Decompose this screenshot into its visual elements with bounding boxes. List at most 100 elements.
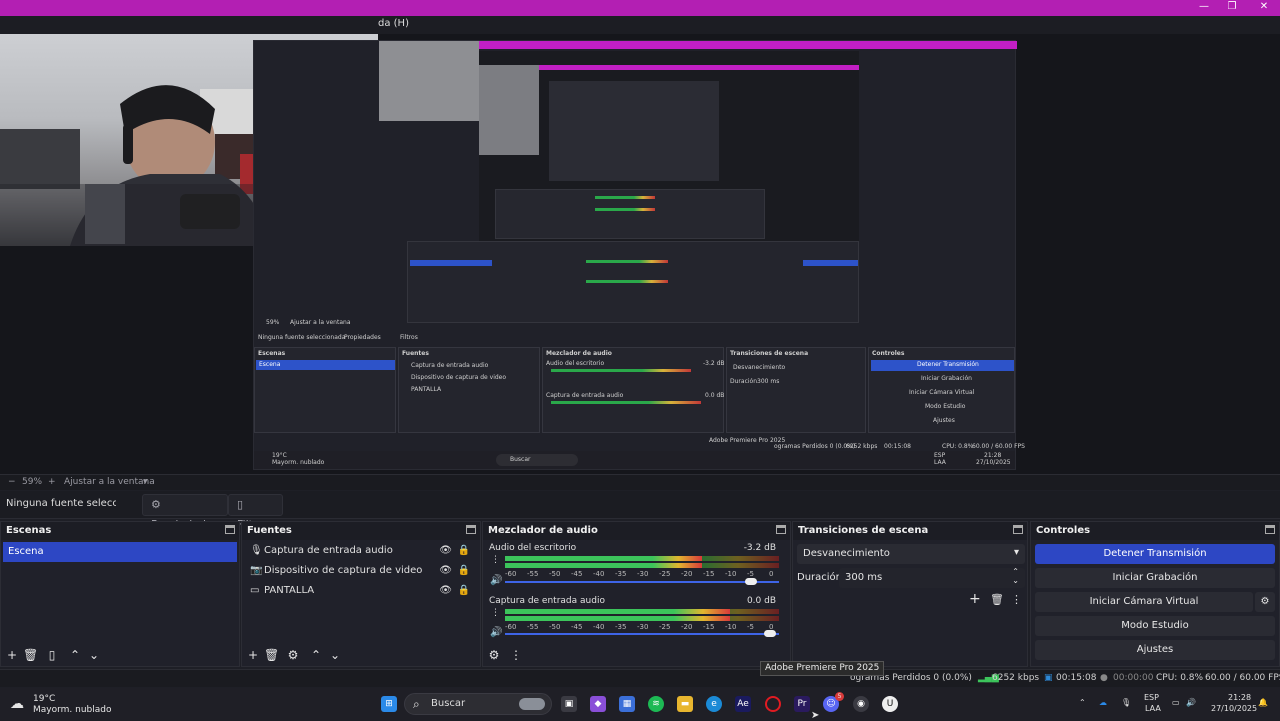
lock-icon[interactable]: 🔒 [458, 561, 470, 581]
add-source-icon[interactable]: + [246, 648, 260, 662]
store-icon[interactable]: ▦ [619, 696, 635, 712]
add-transition-icon[interactable]: + [969, 591, 981, 607]
meter-scale-tick: -10 [725, 623, 737, 631]
move-up-icon[interactable]: ⌃ [309, 648, 323, 662]
peak-meter [505, 609, 730, 614]
nested-deep-preview [407, 51, 859, 323]
unreal-engine-icon[interactable]: U [882, 696, 898, 712]
mixer-toolbar: ⚙ ⋮ [483, 644, 790, 666]
weather-icon[interactable]: ☁ [10, 696, 24, 712]
menu-dots-icon[interactable]: ⋮ [491, 608, 500, 618]
spotify-icon[interactable]: ≋ [648, 696, 664, 712]
zoom-dropdown-icon[interactable]: ▾ [143, 477, 148, 487]
weather-temp[interactable]: 19°C [33, 694, 55, 704]
lock-icon[interactable]: 🔒 [458, 541, 470, 561]
zoom-in-button[interactable]: + [48, 477, 56, 487]
nested-fit: Ajustar a la ventana [290, 319, 351, 326]
peak-meter [505, 563, 702, 568]
notifications-icon[interactable]: 🔔 [1258, 698, 1268, 707]
maximize-button[interactable]: ❐ [1225, 1, 1239, 13]
trash-icon[interactable]: 🗑 [264, 648, 279, 662]
volume-slider[interactable] [505, 633, 779, 635]
source-item-video-capture[interactable]: 📷 Dispositivo de captura de video 👁 🔒 [246, 561, 476, 581]
stop-stream-button[interactable]: Detener Transmisión [1035, 544, 1275, 564]
network-icon[interactable]: ▭ [1172, 698, 1180, 707]
preview-canvas[interactable]: Ninguna fuente seleccionada Propiedades … [0, 34, 1280, 474]
close-button[interactable]: ✕ [1257, 1, 1271, 13]
input-language[interactable]: ESP [1144, 693, 1159, 702]
live-time: 00:15:08 [1056, 673, 1097, 683]
monitor-icon: ▭ [250, 585, 260, 596]
minimize-button[interactable]: — [1197, 1, 1211, 13]
eye-icon[interactable]: 👁 [439, 541, 452, 561]
windows-start-icon[interactable]: ⊞ [381, 696, 397, 712]
chevron-down-icon[interactable]: ⌄ [1012, 576, 1019, 585]
peak-meter [505, 556, 702, 561]
file-explorer-icon[interactable]: ▬ [677, 696, 693, 712]
menu-help[interactable]: da (H) [378, 18, 409, 29]
clock-date[interactable]: 27/10/2025 [1211, 704, 1257, 713]
undock-icon[interactable] [1013, 525, 1023, 534]
undock-icon[interactable] [776, 525, 786, 534]
meter-scale-tick: -40 [593, 570, 605, 578]
virtual-camera-settings-button[interactable]: ⚙ [1255, 592, 1275, 612]
trash-icon[interactable]: 🗑 [23, 648, 38, 662]
opera-icon[interactable] [765, 696, 781, 712]
speaker-icon[interactable]: 🔊 [490, 627, 502, 638]
chevron-up-icon[interactable]: ⌃ [1012, 567, 1019, 576]
menu-dots-icon[interactable]: ⋮ [1011, 593, 1022, 606]
taskbar-search[interactable]: ⌕ Buscar [404, 693, 552, 715]
menu-dots-icon[interactable]: ⋮ [509, 648, 523, 662]
obs-icon[interactable]: ◉ [853, 696, 869, 712]
volume-knob[interactable] [764, 630, 776, 637]
filter-icon[interactable]: ▯ [45, 648, 59, 662]
duration-label: Duración [797, 572, 843, 583]
onedrive-icon[interactable]: ☁ [1099, 698, 1107, 707]
duration-spinbox[interactable]: 300 ms ⌃ ⌄ [839, 567, 1025, 588]
edge-icon[interactable]: e [706, 696, 722, 712]
premiere-pro-icon[interactable]: Pr [794, 696, 810, 712]
gear-icon[interactable]: ⚙ [487, 648, 501, 662]
start-virtual-camera-button[interactable]: Iniciar Cámara Virtual [1035, 592, 1253, 612]
scenes-title: Escenas [6, 525, 52, 536]
zoom-out-button[interactable]: − [8, 477, 16, 487]
controls-title: Controles [1036, 525, 1091, 536]
speaker-icon[interactable]: 🔊 [490, 575, 502, 586]
scene-item[interactable]: Escena [3, 542, 237, 562]
input-layout[interactable]: LAA [1145, 704, 1161, 713]
task-view-icon[interactable]: ▣ [561, 696, 577, 712]
undock-icon[interactable] [466, 525, 476, 534]
volume-knob[interactable] [745, 578, 757, 585]
source-item-audio-input[interactable]: 🎙 Captura de entrada audio 👁 🔒 [246, 541, 476, 561]
volume-icon[interactable]: 🔊 [1186, 698, 1196, 707]
volume-slider[interactable] [505, 581, 779, 583]
move-down-icon[interactable]: ⌄ [87, 648, 101, 662]
add-scene-icon[interactable]: + [5, 648, 19, 662]
trash-icon[interactable]: 🗑 [990, 593, 1004, 606]
lock-icon[interactable]: 🔒 [458, 581, 470, 601]
studio-mode-button[interactable]: Modo Estudio [1035, 616, 1275, 636]
scene-transitions-dock: Transiciones de escena Desvanecimiento ▾… [792, 521, 1028, 667]
gear-icon[interactable]: ⚙ [286, 648, 300, 662]
eye-icon[interactable]: 👁 [439, 561, 452, 581]
move-down-icon[interactable]: ⌄ [328, 648, 342, 662]
after-effects-icon[interactable]: Ae [735, 696, 751, 712]
move-up-icon[interactable]: ⌃ [68, 648, 82, 662]
properties-button[interactable]: ⚙ Propiedades [142, 494, 228, 531]
clock-time[interactable]: 21:28 [1228, 693, 1251, 702]
filters-button[interactable]: ▯ Filtros [228, 494, 283, 531]
microphone-icon[interactable]: 🎙 [1121, 698, 1131, 707]
weather-desc[interactable]: Mayorm. nublado [33, 705, 112, 715]
undock-icon[interactable] [1265, 525, 1275, 534]
tray-overflow-icon[interactable]: ⌃ [1079, 698, 1086, 707]
undock-icon[interactable] [225, 525, 235, 534]
eye-icon[interactable]: 👁 [439, 581, 452, 601]
settings-button[interactable]: Ajustes [1035, 640, 1275, 660]
fit-to-window-button[interactable]: Ajustar a la ventana [64, 477, 155, 487]
copilot-icon[interactable]: ◆ [590, 696, 606, 712]
start-recording-button[interactable]: Iniciar Grabación [1035, 568, 1275, 588]
zoom-level: 59% [22, 477, 43, 487]
source-item-screen[interactable]: ▭ PANTALLA 👁 🔒 [246, 581, 476, 601]
menu-dots-icon[interactable]: ⋮ [491, 555, 500, 565]
transition-select[interactable]: Desvanecimiento ▾ [797, 544, 1025, 564]
